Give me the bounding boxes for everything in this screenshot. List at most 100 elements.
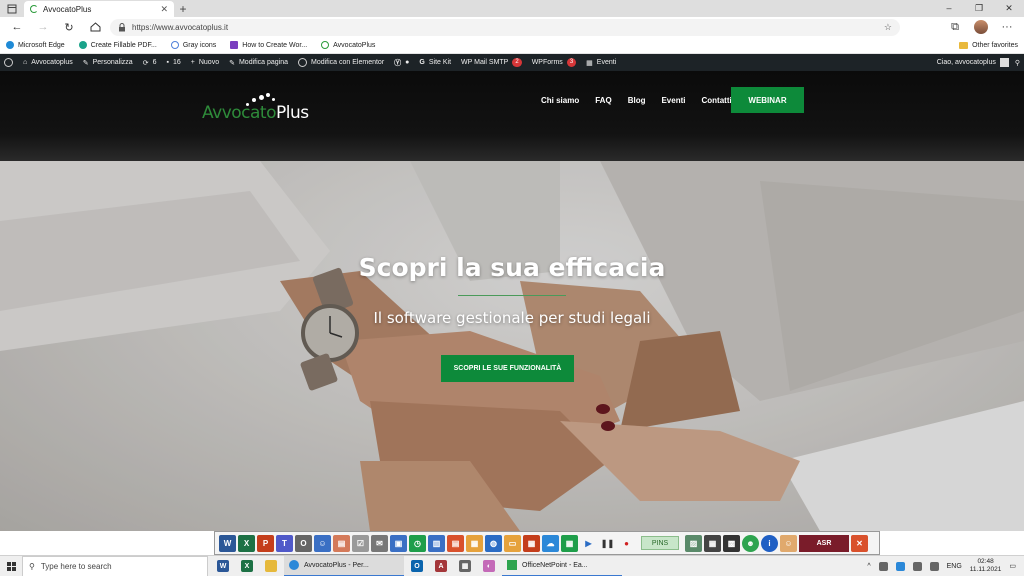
onedrive-icon[interactable] [895,561,905,571]
taskbar-app-grid[interactable]: ▦ [454,556,476,576]
wp-updates-link[interactable]: ⟳ 6 [143,59,157,67]
wp-events-link[interactable]: ▦ Eventi [586,59,616,67]
notes-icon[interactable]: ▦ [466,534,483,552]
wp-site-link[interactable]: ⌂ Avvocatoplus [23,59,73,66]
profile-button[interactable] [970,18,992,36]
calculator-icon[interactable]: ▩ [723,534,740,552]
maximize-button[interactable]: ❐ [964,0,994,17]
taskbar-word[interactable]: W [212,556,234,576]
url-field[interactable]: https://www.avvocatoplus.it ☆ [110,18,900,36]
wp-yoast-link[interactable]: Ⓨ ● [394,58,409,68]
menu-eventi[interactable]: Eventi [661,96,685,105]
wp-elementor-link[interactable]: Modifica con Elementor [298,58,384,67]
wp-site-kit-link[interactable]: G Site Kit [419,59,451,66]
onedrive-icon[interactable]: ☁ [542,534,559,552]
wp-edit-page-link[interactable]: ✎ Modifica pagina [229,59,288,67]
network-icon[interactable] [912,561,922,571]
taskbar-access[interactable]: A [430,556,452,576]
back-button[interactable]: ← [6,18,28,36]
taskbar-outlook[interactable]: O [406,556,428,576]
close-toolbar-icon[interactable]: ✕ [851,534,868,552]
taskbar-window-officenetpoint[interactable]: OfficeNetPoint - Ea... [502,556,622,576]
other-favorites[interactable]: Other favorites [959,41,1018,49]
menu-faq[interactable]: FAQ [595,96,611,105]
forward-button[interactable]: → [32,18,54,36]
tray-expand-icon[interactable]: ^ [867,563,870,570]
wp-comments-count: 16 [172,59,181,66]
collections-button[interactable]: ⧉ [944,18,966,36]
folder-icon [265,560,277,572]
excel-icon[interactable]: X [238,534,255,552]
outlook-icon[interactable]: O [295,534,312,552]
webinar-button[interactable]: WEBINAR [731,87,804,113]
home-button[interactable] [84,18,106,36]
discover-features-button[interactable]: SCOPRI LE SUE FUNZIONALITÀ [441,355,574,382]
clipboard-icon[interactable]: ▤ [333,534,350,552]
favorite-how-to-create[interactable]: How to Create Wor... [230,41,307,49]
favorite-create-fillable-pdf[interactable]: Create Fillable PDF... [78,41,157,49]
taskbar-search[interactable]: ⚲ Type here to search [22,555,208,576]
favorite-gray-icons[interactable]: Gray icons [170,41,216,49]
wp-wpforms-link[interactable]: WPForms 3 [532,58,577,67]
wp-account-link[interactable]: Ciao, avvocatoplus [937,58,1009,67]
settings-menu-button[interactable]: ··· [996,18,1018,36]
tab-close-icon[interactable]: ✕ [160,4,168,15]
contact-card-icon[interactable]: ▣ [390,534,407,552]
notifications-icon[interactable]: ▭ [1009,562,1016,570]
swiss-asr-button[interactable]: ASR [799,534,849,552]
favorite-avvocatoplus[interactable]: AvvocatoPlus [321,41,375,49]
form-icon[interactable]: ▤ [447,534,464,552]
support-face-icon[interactable]: ☻ [742,534,759,552]
tab-actions-button[interactable] [0,0,24,17]
info-icon[interactable]: i [761,534,778,552]
menu-contatti[interactable]: Contatti [701,96,731,105]
pause-icon[interactable]: ❚❚ [599,535,616,552]
contacts-icon[interactable]: ☺ [314,534,331,552]
taskbar-excel[interactable]: X [236,556,258,576]
asr-label: ASR [816,539,832,547]
wp-comments-link[interactable]: ▪ 16 [166,59,180,66]
folder-icon[interactable]: ▭ [504,534,521,552]
taskbar-explorer[interactable] [260,556,282,576]
site-logo[interactable]: AvvocatoPlus [202,93,312,125]
favorite-star-icon[interactable]: ☆ [884,22,892,33]
taskbar-app-color[interactable]: ◐ [478,556,500,576]
wp-logo-button[interactable] [4,58,13,67]
wp-mail-smtp-link[interactable]: WP Mail SMTP 2 [461,58,522,67]
menu-blog[interactable]: Blog [628,96,646,105]
spreadsheet-icon[interactable]: ▦ [561,534,578,552]
grid-icon[interactable]: ▦ [704,534,721,552]
pins-button[interactable]: PINS [641,536,679,550]
menu-chi-siamo[interactable]: Chi siamo [541,96,579,105]
clock-icon[interactable]: ◷ [409,534,426,552]
volume-icon[interactable] [929,561,939,571]
tray-app-icon[interactable] [878,561,888,571]
checklist-icon[interactable]: ☑ [352,534,369,552]
clock[interactable]: 02:48 11.11.2021 [970,558,1002,574]
refresh-button[interactable]: ↻ [58,18,80,36]
word-icon[interactable]: W [219,534,236,552]
favorite-microsoft-edge[interactable]: Microsoft Edge [6,41,65,49]
play-icon[interactable]: ▶ [580,535,597,552]
document-icon[interactable]: ▥ [428,534,445,552]
powerpoint-icon[interactable]: P [257,534,274,552]
globe-icon[interactable]: ◍ [485,534,502,552]
record-icon[interactable]: ● [618,535,635,552]
new-tab-button[interactable]: + [174,1,192,17]
minimize-button[interactable]: – [934,0,964,17]
calendar-red-icon[interactable]: ▦ [523,534,540,552]
language-indicator[interactable]: ENG [947,563,962,570]
close-window-button[interactable]: ✕ [994,0,1024,17]
access-icon: A [435,560,447,572]
start-button[interactable] [0,556,22,576]
wp-search-button[interactable]: ⚲ [1015,59,1020,67]
wp-new-link[interactable]: + Nuovo [191,59,219,66]
calendar-icon: ▦ [586,59,593,67]
teams-icon[interactable]: T [276,534,293,552]
browser-tab-avvocatoplus[interactable]: AvvocatoPlus ✕ [24,1,174,17]
user-portrait-icon[interactable]: ☺ [780,534,797,552]
image-icon[interactable]: ▨ [685,534,702,552]
mail-icon[interactable]: ✉ [371,534,388,552]
wp-customize-link[interactable]: ✎ Personalizza [83,59,133,67]
taskbar-window-avvocatoplus[interactable]: AvvocatoPlus - Per... [284,555,404,576]
